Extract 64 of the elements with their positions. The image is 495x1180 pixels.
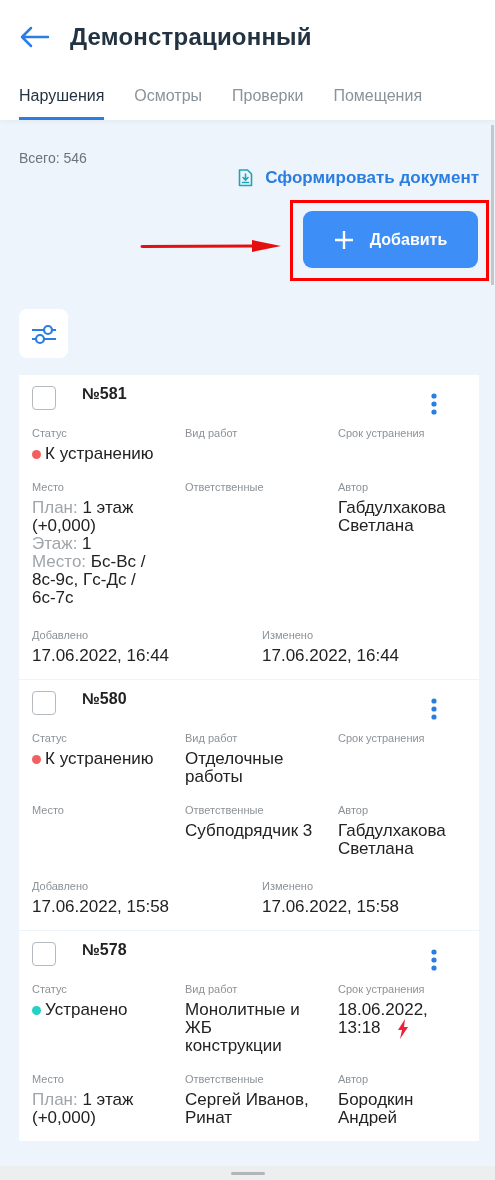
tab[interactable]: Осмотры xyxy=(134,74,203,120)
field-label: Статус xyxy=(32,983,68,995)
more-menu-icon[interactable] xyxy=(431,698,437,720)
field-value: Сергей Иванов, Ринат xyxy=(185,1091,310,1127)
date-label: Добавлено xyxy=(32,880,90,892)
status-value: К устранению xyxy=(45,445,155,463)
date-label: Добавлено xyxy=(32,629,90,641)
add-button[interactable]: Добавить xyxy=(303,211,478,268)
more-menu-icon[interactable] xyxy=(431,393,437,415)
date-value: 17.06.2022, 15:58 xyxy=(262,898,401,916)
field-label: Срок устранения xyxy=(338,427,426,439)
field-label: Ответственные xyxy=(185,1073,265,1085)
filter-button[interactable] xyxy=(19,309,68,358)
field-label: Вид работ xyxy=(185,427,239,439)
field-label: Вид работ xyxy=(185,732,239,744)
checkbox[interactable] xyxy=(32,386,56,410)
field-label: Место xyxy=(32,481,65,493)
checkbox[interactable] xyxy=(32,691,56,715)
field-label: Статус xyxy=(32,427,68,439)
checkbox[interactable] xyxy=(32,942,56,966)
status-value: К устранению xyxy=(45,750,155,768)
field-label: Место xyxy=(32,1073,65,1085)
field-value: Бородкин Андрей xyxy=(338,1091,415,1127)
violation-number: №578 xyxy=(82,941,127,959)
field-label: Срок устранения xyxy=(338,983,426,995)
more-menu-icon[interactable] xyxy=(431,949,437,971)
field-label: Автор xyxy=(338,804,370,816)
field-label: Ответственные xyxy=(185,481,265,493)
field-label: Автор xyxy=(338,481,370,493)
date-label: Изменено xyxy=(262,629,314,641)
deadline-value: 18.06.2022, 13:18 xyxy=(338,1001,429,1039)
date-value: 17.06.2022, 16:44 xyxy=(262,647,401,665)
field-value: Габдулхакова Светлана xyxy=(338,499,447,535)
location-line: Этаж: 1 xyxy=(32,535,93,553)
tab[interactable]: Нарушения xyxy=(19,74,105,120)
field-label: Статус xyxy=(32,732,68,744)
violation-number: №580 xyxy=(82,690,127,708)
document-download-icon xyxy=(238,169,254,187)
field-value: Субподрядчик 3 xyxy=(185,822,313,840)
back-arrow-icon[interactable] xyxy=(18,25,50,49)
violation-number: №581 xyxy=(82,385,127,403)
field-value: Габдулхакова Светлана xyxy=(338,822,447,858)
plus-icon xyxy=(333,229,354,250)
field-label: Место xyxy=(32,804,65,816)
tab[interactable]: Проверки xyxy=(232,74,304,120)
field-label: Ответственные xyxy=(185,804,265,816)
total-count: Всего: 546 xyxy=(19,150,87,166)
date-value: 17.06.2022, 16:44 xyxy=(32,647,171,665)
location-line: Место: Бс-Вс / 8с-9с, Гс-Дс / 6с-7с xyxy=(32,553,147,607)
field-value: Монолитные и ЖБ конструкции xyxy=(185,1001,301,1055)
location-line: План: 1 этаж (+0,000) xyxy=(32,499,135,535)
field-label: Автор xyxy=(338,1073,370,1085)
field-label: Вид работ xyxy=(185,983,239,995)
home-handle[interactable] xyxy=(230,1171,265,1175)
generate-document-link[interactable]: Сформировать документ xyxy=(238,168,479,188)
field-value: Отделочные работы xyxy=(185,750,285,786)
page-title: Демонстрационный xyxy=(70,23,312,51)
scrollbar[interactable] xyxy=(491,125,494,285)
field-label: Срок устранения xyxy=(338,732,426,744)
date-value: 17.06.2022, 15:58 xyxy=(32,898,171,916)
date-label: Изменено xyxy=(262,880,314,892)
location-line: План: 1 этаж (+0,000) xyxy=(32,1091,135,1127)
status-value: Устранено xyxy=(45,1001,129,1019)
tab[interactable]: Помещения xyxy=(333,74,423,120)
